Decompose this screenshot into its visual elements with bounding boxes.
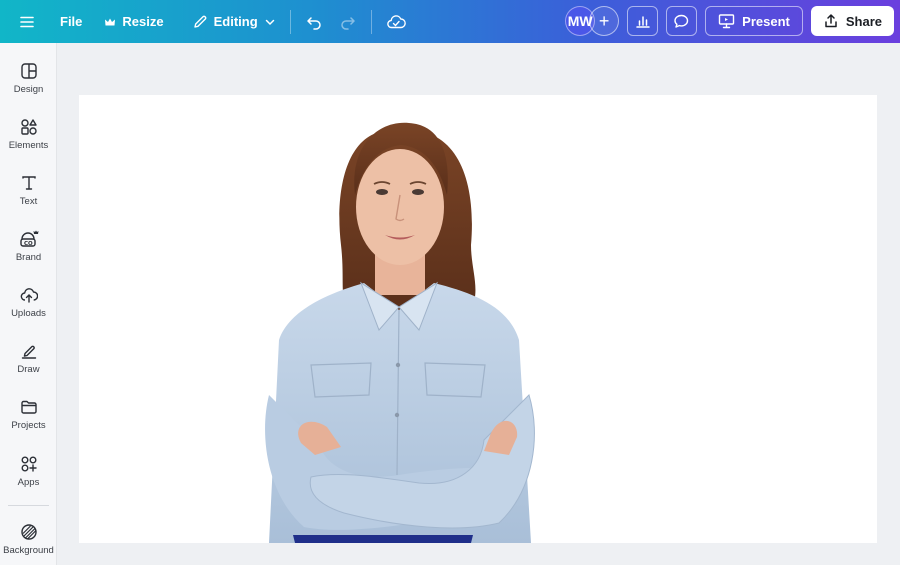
folder-icon <box>20 400 37 414</box>
brand-icon: CO <box>19 230 38 247</box>
resize-label: Resize <box>122 14 164 29</box>
crown-icon <box>105 18 116 25</box>
resize-button[interactable]: Resize <box>96 7 171 37</box>
file-menu-button[interactable]: File <box>52 7 90 37</box>
sidebar-item-label: Uploads <box>11 308 46 319</box>
sidebar-item-label: Draw <box>17 364 40 375</box>
sidebar-item-label: Apps <box>17 477 40 488</box>
woman-arms-crossed-photo[interactable] <box>79 95 877 543</box>
toolbar-divider <box>289 9 291 34</box>
pencil-icon <box>193 15 207 28</box>
background-icon <box>20 524 37 540</box>
present-label: Present <box>742 13 790 29</box>
toolbar-divider <box>370 9 372 34</box>
top-toolbar: File Resize Editing MW + Present Share <box>0 0 900 43</box>
sidebar-item-background[interactable]: Background <box>0 523 57 556</box>
sidebar-item-label: Elements <box>8 140 49 151</box>
share-label: Share <box>845 13 882 29</box>
sidebar-item-text[interactable]: Text <box>0 174 57 207</box>
save-status-button[interactable] <box>378 7 414 37</box>
sidebar-item-label: Brand <box>15 252 42 263</box>
apps-icon <box>21 456 37 472</box>
insights-button[interactable] <box>627 6 659 36</box>
editing-label: Editing <box>213 14 258 29</box>
svg-text:CO: CO <box>24 241 33 247</box>
sidebar-item-projects[interactable]: Projects <box>0 398 57 431</box>
sidebar-item-label: Design <box>13 84 44 95</box>
sidebar-item-uploads[interactable]: Uploads <box>0 286 57 319</box>
presentation-icon <box>718 14 735 29</box>
add-collaborator-button[interactable]: + <box>589 6 620 36</box>
chevron-down-icon <box>265 19 274 25</box>
sidebar-item-label: Text <box>19 196 38 207</box>
editing-mode-dropdown[interactable]: Editing <box>184 7 284 37</box>
share-upload-icon <box>825 14 837 28</box>
undo-icon <box>306 16 321 30</box>
sidebar-item-brand[interactable]: CO Brand <box>0 230 57 263</box>
layout-icon <box>20 63 37 79</box>
text-icon <box>21 176 36 190</box>
toolbar-right-group: MW + Present Share <box>565 6 894 36</box>
design-page[interactable] <box>79 95 877 543</box>
sidebar-item-label: Background <box>3 545 54 556</box>
bar-chart-icon <box>635 16 650 28</box>
sidebar-item-apps[interactable]: Apps <box>0 455 57 488</box>
present-button[interactable]: Present <box>705 6 803 36</box>
cloud-upload-icon <box>20 288 38 303</box>
redo-button[interactable] <box>331 7 365 37</box>
left-sidebar: Design Elements Text CO Brand Uploads Dr… <box>0 43 57 565</box>
comments-button[interactable] <box>666 6 698 36</box>
comment-icon <box>674 14 689 28</box>
sidebar-divider <box>8 505 49 506</box>
sidebar-item-elements[interactable]: Elements <box>0 118 57 151</box>
menu-button[interactable] <box>12 7 42 37</box>
editor-canvas-area <box>57 43 900 565</box>
file-label: File <box>60 14 83 29</box>
redo-icon <box>340 16 355 30</box>
hamburger-icon <box>20 16 34 27</box>
pen-icon <box>21 345 36 359</box>
shapes-icon <box>20 119 37 135</box>
share-button[interactable]: Share <box>810 6 894 36</box>
sidebar-item-draw[interactable]: Draw <box>0 342 57 375</box>
sidebar-item-design[interactable]: Design <box>0 62 57 95</box>
sidebar-item-label: Projects <box>11 420 46 431</box>
cloud-check-icon <box>386 14 406 28</box>
undo-button[interactable] <box>297 7 331 37</box>
